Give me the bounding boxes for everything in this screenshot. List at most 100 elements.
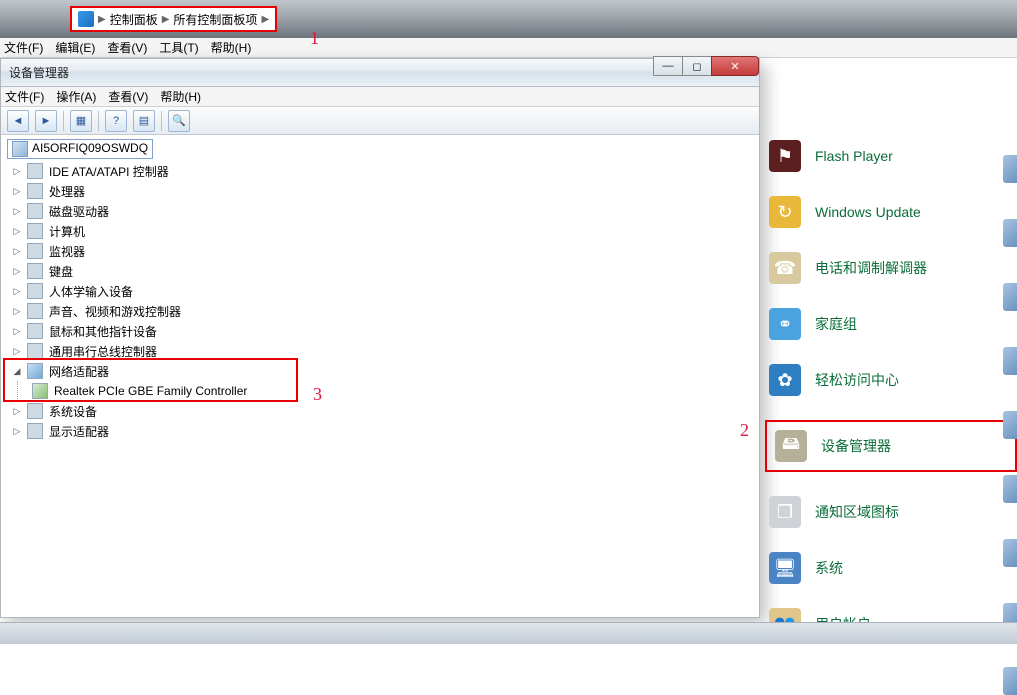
control-panel-item-label: 轻松访问中心 bbox=[815, 370, 899, 390]
control-panel-item-label: 电话和调制解调器 bbox=[815, 258, 927, 278]
nic-icon bbox=[32, 383, 48, 399]
breadcrumb[interactable]: ▶ 控制面板 ▶ 所有控制面板项 ▶ bbox=[70, 6, 277, 32]
node-label: 磁盘驱动器 bbox=[49, 203, 109, 220]
tree-node-realtek-nic[interactable]: Realtek PCIe GBE Family Controller bbox=[30, 381, 753, 401]
forward-button[interactable]: ► bbox=[35, 110, 57, 132]
control-panel-item-icon: 🖴 bbox=[775, 430, 807, 462]
node-label: Realtek PCIe GBE Family Controller bbox=[54, 384, 247, 398]
control-panel-item-icon: ↻ bbox=[769, 196, 801, 228]
menu-action[interactable]: 操作(A) bbox=[56, 88, 96, 105]
menu-file[interactable]: 文件(F) bbox=[4, 39, 43, 56]
separator bbox=[63, 111, 64, 131]
control-panel-item-icon: ✿ bbox=[769, 364, 801, 396]
tree-node[interactable]: ▷ 显示适配器 bbox=[7, 421, 753, 441]
tree-node[interactable]: ▷ 人体学输入设备 bbox=[7, 281, 753, 301]
device-manager-window: 设备管理器 — ◻ ✕ 文件(F) 操作(A) 查看(V) 帮助(H) ◄ ► … bbox=[0, 58, 760, 618]
control-panel-item-icon: ⚑ bbox=[769, 140, 801, 172]
menu-edit[interactable]: 编辑(E) bbox=[55, 39, 95, 56]
device-category-icon bbox=[27, 223, 43, 239]
expand-icon[interactable]: ▷ bbox=[11, 166, 23, 177]
menu-file[interactable]: 文件(F) bbox=[5, 88, 44, 105]
expand-icon[interactable]: ▷ bbox=[11, 326, 23, 337]
expand-icon[interactable]: ▷ bbox=[11, 186, 23, 197]
control-panel-item[interactable]: ↻Windows Update bbox=[765, 196, 1017, 228]
tree-node[interactable]: ▷系统设备 bbox=[7, 401, 753, 421]
expand-icon[interactable]: ▷ bbox=[11, 226, 23, 237]
minimize-button[interactable]: — bbox=[653, 56, 683, 76]
annotation-2: 2 bbox=[740, 420, 749, 441]
tree-node[interactable]: ▷ 键盘 bbox=[7, 261, 753, 281]
device-tree[interactable]: AI5ORFIQ09OSWDQ ▷ IDE ATA/ATAPI 控制器 ▷ 处理器 ▷ 磁… bbox=[1, 135, 759, 445]
node-label: 人体学输入设备 bbox=[49, 283, 133, 300]
close-button[interactable]: ✕ bbox=[711, 56, 759, 76]
node-label: 键盘 bbox=[49, 263, 73, 280]
device-category-icon bbox=[27, 163, 43, 179]
expand-icon[interactable]: ▷ bbox=[11, 306, 23, 317]
back-button[interactable]: ◄ bbox=[7, 110, 29, 132]
expand-icon[interactable]: ▷ bbox=[11, 206, 23, 217]
tree-node[interactable]: ▷ IDE ATA/ATAPI 控制器 bbox=[7, 161, 753, 181]
expand-icon[interactable]: ▷ bbox=[11, 346, 23, 357]
tree-node[interactable]: ▷ 鼠标和其他指针设备 bbox=[7, 321, 753, 341]
control-panel-item[interactable]: 🖴设备管理器 bbox=[765, 420, 1017, 472]
control-panel-item[interactable]: ⚭家庭组 bbox=[765, 308, 1017, 340]
expand-icon[interactable]: ▷ bbox=[11, 406, 23, 417]
tree-node[interactable]: ▷ 磁盘驱动器 bbox=[7, 201, 753, 221]
scan-hardware-button[interactable]: 🔍 bbox=[168, 110, 190, 132]
node-label: 鼠标和其他指针设备 bbox=[49, 323, 157, 340]
menu-help[interactable]: 帮助(H) bbox=[160, 88, 201, 105]
breadcrumb-part[interactable]: 所有控制面板项 bbox=[173, 11, 257, 28]
control-panel-item-icon: ☎ bbox=[769, 252, 801, 284]
control-panel-item-label: Flash Player bbox=[815, 148, 893, 164]
control-panel-item[interactable]: ⚑ Flash Player bbox=[765, 140, 1017, 172]
menu-help[interactable]: 帮助(H) bbox=[211, 39, 252, 56]
tree-root[interactable]: AI5ORFIQ09OSWDQ bbox=[7, 139, 153, 159]
control-panel-items: ⚑ Flash Player ↻Windows Update ☎ 电话和调制解调器 ⚭家庭… bbox=[765, 140, 1017, 640]
control-panel-item[interactable]: ✿ 轻松访问中心 bbox=[765, 364, 1017, 396]
help-button[interactable]: ? bbox=[105, 110, 127, 132]
control-panel-item[interactable]: ☎ 电话和调制解调器 bbox=[765, 252, 1017, 284]
control-panel-icon bbox=[78, 11, 94, 27]
menu-tools[interactable]: 工具(T) bbox=[159, 39, 198, 56]
tree-node[interactable]: ▷ 处理器 bbox=[7, 181, 753, 201]
device-category-icon bbox=[27, 203, 43, 219]
control-panel-item-label: 家庭组 bbox=[815, 314, 857, 334]
device-category-icon bbox=[27, 183, 43, 199]
node-label: 监视器 bbox=[49, 243, 85, 260]
menu-view[interactable]: 查看(V) bbox=[108, 88, 148, 105]
collapse-icon[interactable]: ◢ bbox=[11, 366, 23, 377]
chevron-right-icon: ▶ bbox=[98, 14, 106, 25]
toolbar-button[interactable]: ▦ bbox=[70, 110, 92, 132]
node-label: 网络适配器 bbox=[49, 363, 109, 380]
control-panel-item-label: 通知区域图标 bbox=[815, 502, 899, 522]
expand-icon[interactable]: ▷ bbox=[11, 246, 23, 257]
expand-icon[interactable]: ▷ bbox=[11, 286, 23, 297]
node-label: 显示适配器 bbox=[49, 423, 109, 440]
tree-node[interactable]: ▷通用串行总线控制器 bbox=[7, 341, 753, 361]
node-label: 处理器 bbox=[49, 183, 85, 200]
maximize-button[interactable]: ◻ bbox=[682, 56, 712, 76]
titlebar[interactable]: 设备管理器 — ◻ ✕ bbox=[1, 59, 759, 87]
control-panel-item[interactable]: 🖥系统 bbox=[765, 552, 1017, 584]
tree-node[interactable]: ▷声音、视频和游戏控制器 bbox=[7, 301, 753, 321]
edge-peek-icons bbox=[1003, 155, 1017, 695]
device-category-icon bbox=[27, 323, 43, 339]
expand-icon[interactable]: ▷ bbox=[11, 426, 23, 437]
explorer-menubar: 文件(F) 编辑(E) 查看(V) 工具(T) 帮助(H) bbox=[0, 38, 1017, 58]
tree-node[interactable]: ▷ 监视器 bbox=[7, 241, 753, 261]
node-label: IDE ATA/ATAPI 控制器 bbox=[49, 163, 169, 180]
network-adapter-icon bbox=[27, 363, 43, 379]
window-controls: — ◻ ✕ bbox=[654, 56, 759, 76]
menu-view[interactable]: 查看(V) bbox=[107, 39, 147, 56]
annotation-1: 1 bbox=[310, 28, 319, 49]
tree-node[interactable]: ▷计算机 bbox=[7, 221, 753, 241]
breadcrumb-part[interactable]: 控制面板 bbox=[110, 11, 158, 28]
device-category-icon bbox=[27, 303, 43, 319]
device-category-icon bbox=[27, 263, 43, 279]
device-category-icon bbox=[27, 283, 43, 299]
expand-icon[interactable]: ▷ bbox=[11, 266, 23, 277]
devmgr-menubar: 文件(F) 操作(A) 查看(V) 帮助(H) bbox=[1, 87, 759, 107]
toolbar-button[interactable]: ▤ bbox=[133, 110, 155, 132]
tree-node-network-adapters[interactable]: ◢ 网络适配器 bbox=[7, 361, 753, 381]
control-panel-item[interactable]: ❐通知区域图标 bbox=[765, 496, 1017, 528]
